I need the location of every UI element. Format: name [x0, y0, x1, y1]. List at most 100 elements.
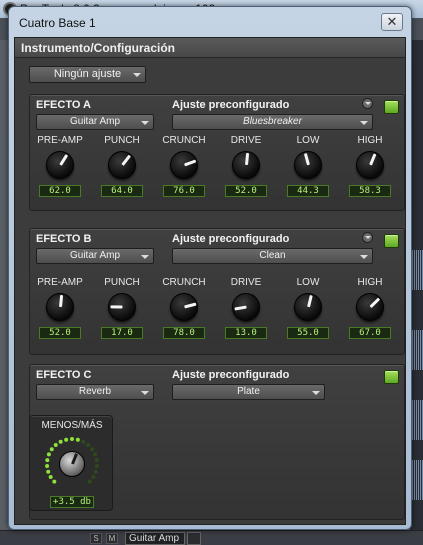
level-led: [70, 437, 74, 441]
knob-label: PUNCH: [104, 277, 140, 288]
effect-type-dropdown[interactable]: Guitar Amp: [36, 114, 154, 130]
rotary-knob[interactable]: [46, 151, 74, 179]
plugin-header: Instrumento/Configuración: [15, 38, 405, 58]
knob-value-display: 52.0: [225, 185, 267, 197]
level-led: [53, 442, 58, 447]
chevron-down-icon: [141, 255, 149, 259]
chevron-down-icon: [360, 255, 368, 259]
insert-slot-guitar-amp[interactable]: Guitar Amp: [125, 532, 185, 545]
rotary-knob[interactable]: [356, 151, 384, 179]
effect-power-toggle[interactable]: [384, 100, 399, 114]
effect-preset-value: Bluesbreaker: [243, 116, 302, 127]
level-led: [93, 469, 98, 474]
rotary-knob[interactable]: [232, 151, 260, 179]
effect-title: EFECTO B: [36, 233, 92, 245]
rotary-knob[interactable]: [356, 293, 384, 321]
knob-label: CRUNCH: [162, 277, 206, 288]
effect-title: EFECTO A: [36, 99, 92, 111]
effect-preset-dropdown[interactable]: Clean: [172, 248, 373, 264]
knob-label: HIGH: [357, 277, 383, 288]
knob-high: HIGH 67.0: [344, 277, 396, 347]
knob-punch: PUNCH 64.0: [96, 135, 148, 205]
knob-pointer: [369, 297, 381, 309]
chevron-down-icon: [312, 391, 320, 395]
level-led: [45, 463, 50, 468]
knob-pre-amp: PRE-AMP 62.0: [34, 135, 86, 205]
solo-button[interactable]: S: [90, 533, 102, 544]
rotary-knob[interactable]: [108, 151, 136, 179]
knob-pointer: [184, 302, 197, 309]
preset-label: Ajuste preconfigurado: [172, 369, 290, 381]
knob-value-display: 76.0: [163, 185, 205, 197]
effect-preset-value: Plate: [237, 386, 260, 397]
knob-value-display: 17.0: [101, 327, 143, 339]
knob-value-display: 58.3: [349, 185, 391, 197]
rotary-knob[interactable]: [170, 293, 198, 321]
effect-type-dropdown[interactable]: Reverb: [36, 384, 154, 400]
chevron-down-icon: [133, 73, 141, 77]
knob-label: LOW: [296, 135, 320, 146]
menos-mas-control: MENOS/MÁS +3.5 db: [29, 415, 113, 511]
knob-pointer: [307, 294, 313, 308]
effect-preset-dropdown[interactable]: Plate: [172, 384, 325, 400]
rotary-knob[interactable]: [170, 151, 198, 179]
knob-value-display: 64.0: [101, 185, 143, 197]
rotary-knob[interactable]: [46, 293, 74, 321]
effect-power-toggle[interactable]: [384, 234, 399, 248]
knob-low: LOW 44.3: [282, 135, 334, 205]
knob-punch: PUNCH 17.0: [96, 277, 148, 347]
knob-row: PRE-AMP 62.0 PUNCH 64.0 CRUNCH 76.0 DRIV…: [30, 135, 406, 205]
plugin-window-title: Cuatro Base 1: [19, 16, 96, 30]
chevron-down-icon: [141, 391, 149, 395]
knob-label: CRUNCH: [162, 135, 206, 146]
level-led: [52, 479, 57, 484]
instrument-preset-value: Ningún ajuste: [53, 68, 122, 80]
level-led: [90, 447, 95, 452]
level-led: [94, 458, 99, 463]
knob-low: LOW 55.0: [282, 277, 334, 347]
knob-pointer: [110, 305, 123, 309]
level-led: [91, 475, 96, 480]
mute-button[interactable]: M: [106, 533, 118, 544]
effect-type-dropdown[interactable]: Guitar Amp: [36, 248, 154, 264]
knob-pointer: [59, 154, 69, 166]
effect-type-value: Guitar Amp: [69, 116, 121, 127]
effect-title: EFECTO C: [36, 369, 92, 381]
close-button[interactable]: ✕: [381, 13, 403, 31]
effect-type-value: Guitar Amp: [69, 250, 121, 261]
effect-preset-dropdown[interactable]: Bluesbreaker: [172, 114, 373, 130]
knob-label: PRE-AMP: [37, 135, 83, 146]
knob-value-display: 67.0: [349, 327, 391, 339]
knob-pointer: [234, 305, 247, 311]
plugin-window: Cuatro Base 1 ✕ Instrumento/Configuració…: [8, 6, 412, 530]
effect-preset-value: Clean: [259, 250, 286, 261]
effect-power-toggle[interactable]: [384, 370, 399, 384]
level-led: [58, 439, 63, 444]
knob-pointer: [121, 154, 132, 166]
rotary-knob[interactable]: [232, 293, 260, 321]
menos-mas-value-display: +3.5 db: [50, 496, 94, 508]
menos-mas-knob[interactable]: [59, 451, 85, 477]
rotary-knob[interactable]: [294, 293, 322, 321]
knob-value-display: 62.0: [39, 185, 81, 197]
preset-menu-icon[interactable]: [362, 98, 373, 109]
level-led: [46, 452, 51, 457]
instrument-preset-dropdown[interactable]: Ningún ajuste: [29, 66, 146, 83]
preset-menu-icon[interactable]: [362, 232, 373, 243]
level-led: [45, 458, 50, 463]
preset-label: Ajuste preconfigurado: [172, 99, 290, 111]
rotary-knob[interactable]: [294, 151, 322, 179]
level-led: [81, 439, 86, 444]
chevron-down-icon: [360, 121, 368, 125]
knob-value-display: 13.0: [225, 327, 267, 339]
knob-value-display: 52.0: [39, 327, 81, 339]
rotary-knob[interactable]: [108, 293, 136, 321]
knob-value-display: 55.0: [287, 327, 329, 339]
level-led: [49, 447, 54, 452]
knob-label: DRIVE: [230, 277, 262, 288]
insert-toggle-button[interactable]: [187, 532, 201, 545]
level-led: [94, 463, 99, 468]
knob-pointer: [245, 152, 250, 166]
level-led: [75, 437, 80, 442]
level-led: [87, 479, 92, 484]
